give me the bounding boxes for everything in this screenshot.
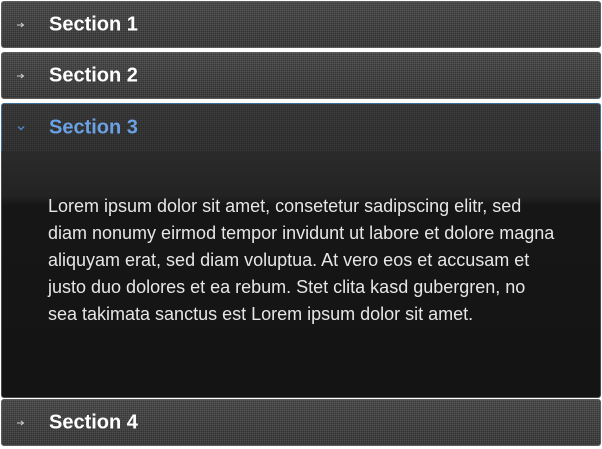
accordion-header-section-3[interactable]: Section 3	[1, 103, 601, 151]
section-title: Section 4	[49, 411, 138, 433]
arrow-right-icon	[17, 73, 25, 78]
accordion-header-section-1[interactable]: Section 1	[1, 1, 601, 48]
arrow-right-icon	[17, 22, 25, 27]
section-title: Section 1	[49, 13, 138, 35]
section-title: Section 3	[49, 116, 138, 138]
accordion-header-section-2[interactable]: Section 2	[1, 52, 601, 99]
accordion: Section 1 Section 2 Section 3 Lorem ipsu…	[0, 0, 602, 449]
chevron-down-icon	[17, 125, 25, 130]
accordion-panel-section-3: Lorem ipsum dolor sit amet, consetetur s…	[1, 151, 601, 398]
accordion-header-section-4[interactable]: Section 4	[1, 399, 601, 446]
section-title: Section 2	[49, 64, 138, 86]
arrow-right-icon	[17, 420, 25, 425]
panel-content-text: Lorem ipsum dolor sit amet, consetetur s…	[48, 196, 555, 324]
